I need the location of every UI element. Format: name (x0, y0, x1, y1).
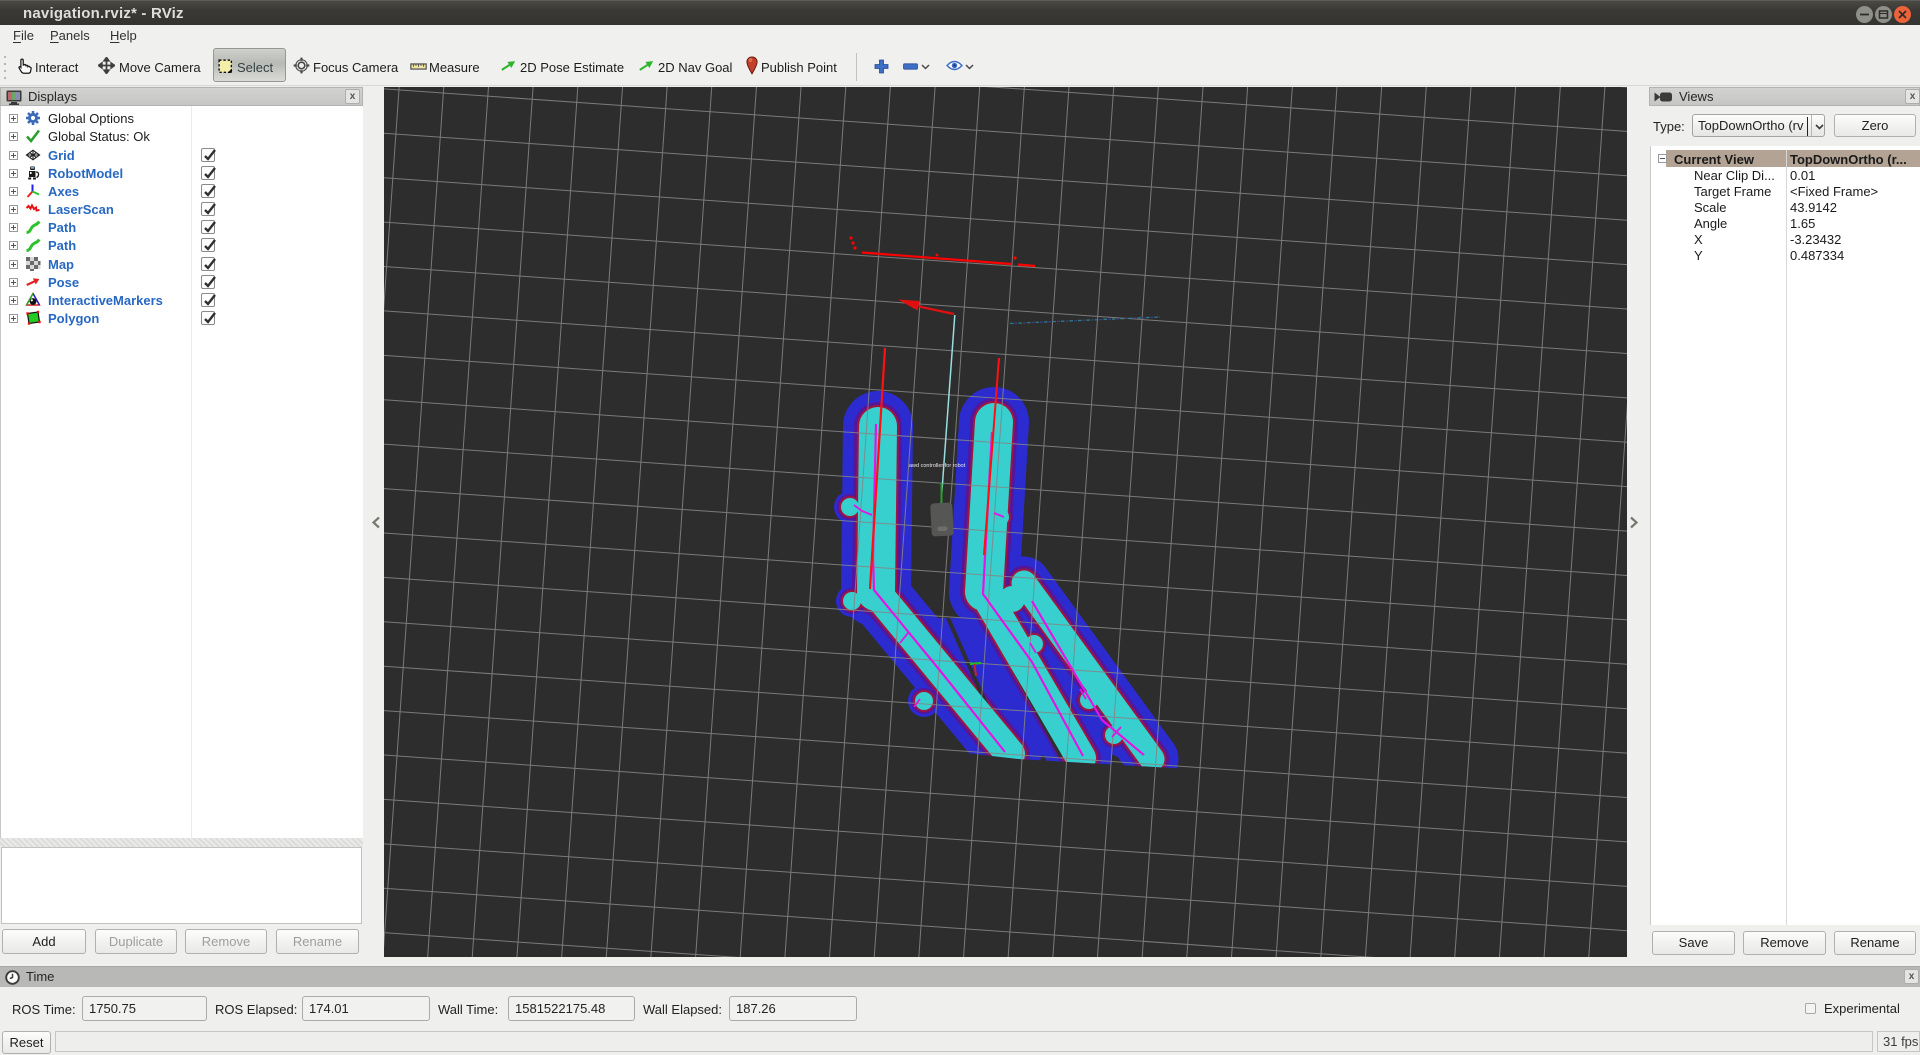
svg-text:awd controller for robot: awd controller for robot (909, 463, 966, 469)
